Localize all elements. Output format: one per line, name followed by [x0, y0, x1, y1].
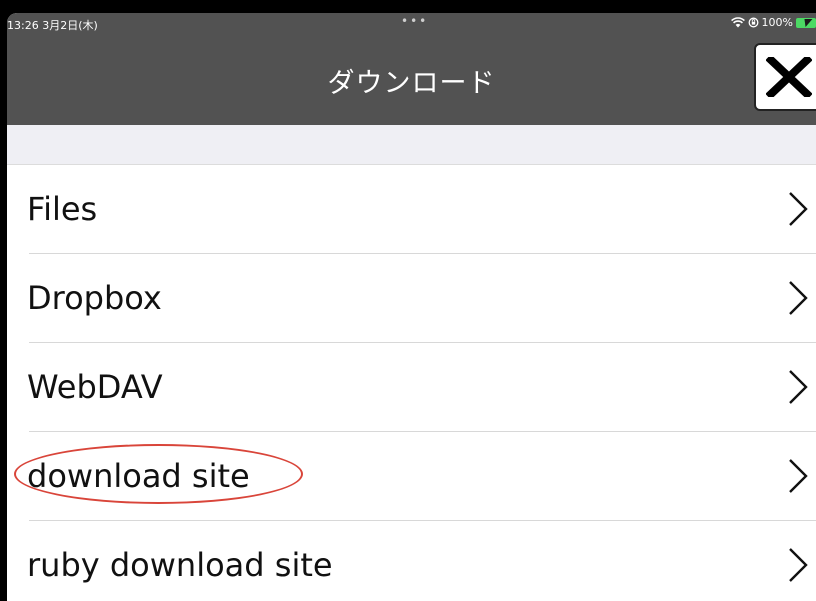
list-item-label: Dropbox — [27, 279, 162, 317]
chevron-right-icon — [789, 192, 808, 226]
app-window: 13:26 3月2日(木) ••• 100% ダウンロード Files Drop… — [7, 13, 816, 601]
list-item-download-site[interactable]: download site — [7, 432, 816, 521]
list-item-ruby-download-site[interactable]: ruby download site — [7, 521, 816, 601]
section-header-spacer — [7, 125, 816, 165]
wifi-icon — [730, 17, 745, 28]
list-item-label: Files — [27, 190, 98, 228]
chevron-right-icon — [789, 281, 808, 315]
page-title: ダウンロード — [327, 68, 496, 99]
multitasking-dots-icon[interactable]: ••• — [401, 14, 428, 28]
orientation-lock-icon — [748, 17, 759, 28]
list-item-dropbox[interactable]: Dropbox — [7, 254, 816, 343]
battery-percent: 100% — [761, 16, 793, 29]
chevron-right-icon — [789, 459, 808, 493]
x-icon — [766, 57, 812, 97]
list-item-files[interactable]: Files — [7, 165, 816, 254]
status-indicators: 100% — [730, 16, 816, 29]
chevron-right-icon — [789, 548, 808, 582]
chevron-right-icon — [789, 370, 808, 404]
download-source-list: Files Dropbox WebDAV download site ruby … — [7, 165, 816, 601]
status-bar: 13:26 3月2日(木) ••• 100% — [7, 13, 816, 35]
close-button[interactable] — [754, 43, 816, 111]
list-item-label: ruby download site — [27, 546, 333, 584]
list-item-label: WebDAV — [27, 368, 163, 406]
battery-charging-icon — [796, 17, 816, 28]
navigation-bar: ダウンロード — [7, 35, 816, 125]
list-item-webdav[interactable]: WebDAV — [7, 343, 816, 432]
list-item-label: download site — [27, 457, 250, 495]
status-time: 13:26 3月2日(木) — [7, 19, 98, 32]
